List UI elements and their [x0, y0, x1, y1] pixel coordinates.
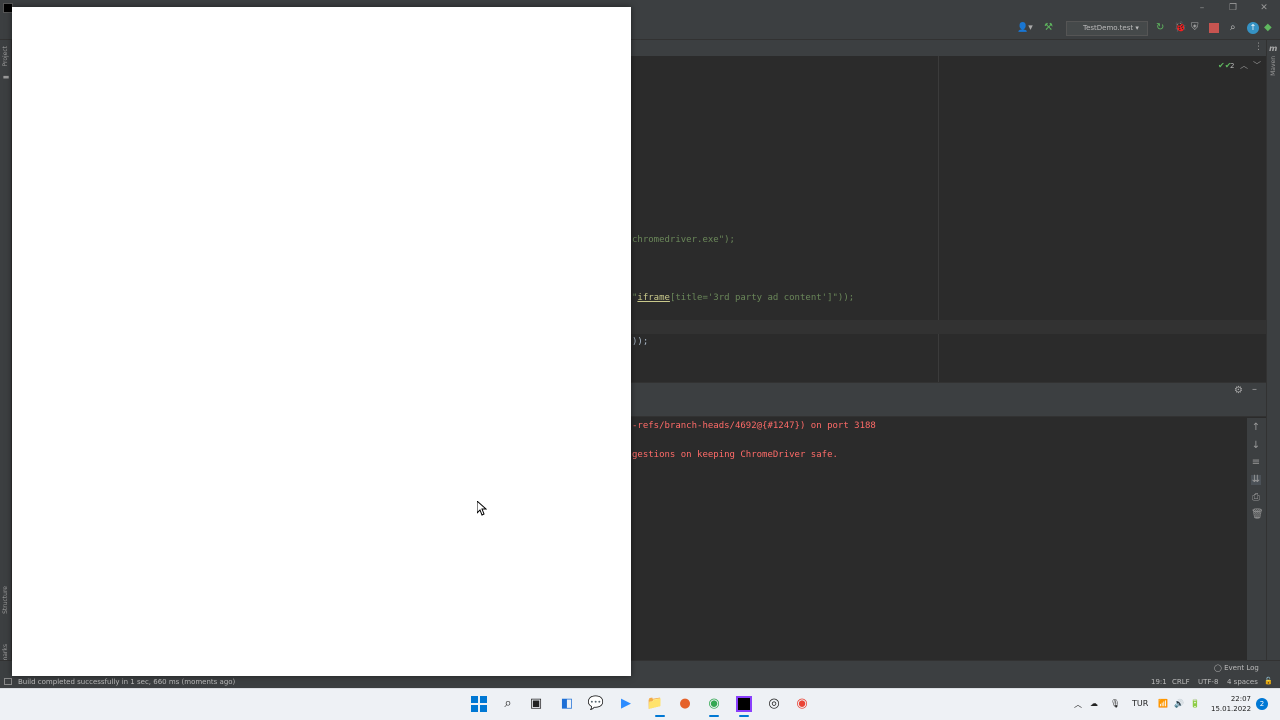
run-config-select[interactable]: TestDemo.test ▾ — [1066, 21, 1148, 36]
rerun-icon[interactable]: ↻ — [1156, 22, 1168, 34]
plugin-icon[interactable]: ◆ — [1264, 22, 1276, 34]
mouse-cursor-icon — [477, 501, 487, 516]
windows-start-icon[interactable] — [469, 694, 489, 714]
coverage-icon[interactable]: ⛨ — [1191, 22, 1203, 34]
restore-button[interactable]: ❐ — [1228, 3, 1238, 13]
battery-icon[interactable]: 🔋 — [1190, 699, 1200, 708]
code-line: "iframe[title='3rd party ad content']"))… — [632, 293, 854, 303]
run-config-label: TestDemo.test — [1083, 24, 1134, 32]
scroll-to-end-icon[interactable]: ⇊ — [1251, 475, 1261, 485]
chevron-up-icon[interactable]: ︿ — [1074, 699, 1082, 710]
console-toolbar: ↑ ↓ ≡ ⇊ ⎙ 🗑 — [1247, 418, 1266, 660]
notification-badge[interactable]: 2 — [1256, 698, 1268, 710]
console-line: -refs/branch-heads/4692@{#1247}) on port… — [632, 421, 876, 431]
right-tool-strip: m Maven — [1266, 40, 1280, 676]
code-line: )); — [632, 337, 649, 347]
intellij-icon[interactable] — [734, 694, 754, 714]
status-message[interactable]: Build completed successfully in 1 sec, 6… — [18, 678, 235, 686]
windows-taskbar — [0, 688, 1280, 720]
event-log-button[interactable]: ◯ Event Log — [1214, 664, 1259, 672]
file-encoding[interactable]: UTF-8 — [1198, 678, 1218, 686]
language-indicator[interactable]: TUR — [1132, 699, 1148, 708]
structure-tool-button[interactable]: Structure — [2, 586, 9, 614]
minimize-button[interactable]: – — [1197, 3, 1207, 13]
inspection-count: 2 — [1230, 62, 1235, 70]
hide-panel-icon[interactable]: – — [1252, 384, 1257, 395]
folder-icon: ▬ — [2, 73, 10, 81]
stop-icon[interactable] — [1209, 23, 1219, 33]
chevron-down-icon[interactable]: ﹀ — [1253, 60, 1261, 71]
status-toggle-icon[interactable] — [4, 678, 12, 685]
caret-position[interactable]: 19:1 — [1151, 678, 1167, 686]
more-tabs-icon[interactable]: ⋮ — [1254, 42, 1263, 52]
zoom-icon[interactable]: ▶ — [616, 694, 636, 714]
debug-icon[interactable]: 🐞 — [1174, 22, 1186, 34]
firefox-icon[interactable]: ● — [675, 694, 695, 714]
microphone-icon[interactable]: 🎙 — [1110, 699, 1120, 708]
arrow-up-icon[interactable]: ↑ — [1251, 423, 1261, 433]
indent-setting[interactable]: 4 spaces — [1227, 678, 1258, 686]
search-icon[interactable]: ⌕ — [498, 694, 518, 714]
blank-browser-window[interactable] — [12, 7, 631, 676]
wifi-icon[interactable]: 📶 — [1158, 699, 1168, 708]
event-log-label: Event Log — [1224, 664, 1259, 672]
code-tag: iframe — [637, 293, 670, 303]
search-everywhere-icon[interactable]: ⌕ — [1230, 22, 1242, 34]
clock-date: 15.01.2022 — [1211, 705, 1252, 713]
code-string: chromedriver.exe"); — [632, 235, 735, 245]
soft-wrap-icon[interactable]: ≡ — [1251, 458, 1261, 468]
trash-icon[interactable]: 🗑 — [1251, 510, 1264, 520]
running-indicator — [655, 715, 665, 717]
project-tool-button[interactable]: Project — [2, 46, 9, 67]
user-icon[interactable]: 👤▾ — [1017, 23, 1033, 35]
maven-icon: m — [1269, 44, 1278, 53]
code-string: [title='3rd party ad content']")); — [669, 293, 855, 303]
chrome-icon[interactable]: ◉ — [704, 694, 724, 714]
arrow-down-icon[interactable]: ↓ — [1251, 441, 1261, 451]
event-log-icon: ◯ — [1214, 664, 1222, 672]
line-separator[interactable]: CRLF — [1172, 678, 1190, 686]
clock[interactable]: 22:07 15.01.2022 — [1211, 694, 1251, 714]
volume-icon[interactable]: 🔊 — [1174, 699, 1184, 708]
chrome-icon[interactable]: ◉ — [792, 694, 812, 714]
task-view-icon[interactable]: ▣ — [526, 694, 546, 714]
gear-icon[interactable]: ⚙ — [1234, 385, 1243, 396]
file-explorer-icon[interactable]: 📁 — [645, 694, 665, 714]
build-hammer-icon[interactable]: ⚒ — [1044, 22, 1056, 34]
lock-icon[interactable]: 🔓 — [1264, 677, 1273, 685]
close-button[interactable]: ✕ — [1259, 3, 1269, 13]
status-bar: Build completed successfully in 1 sec, 6… — [0, 676, 1280, 688]
update-icon[interactable]: ↑ — [1247, 22, 1259, 34]
print-icon[interactable]: ⎙ — [1251, 493, 1261, 503]
running-indicator — [739, 715, 749, 717]
left-tool-strip: Project ▬ Structure Bookmarks — [0, 40, 12, 678]
running-indicator — [709, 715, 719, 717]
widgets-icon[interactable]: ◧ — [557, 694, 577, 714]
console-line: gestions on keeping ChromeDriver safe. — [632, 450, 838, 460]
onedrive-icon[interactable]: ☁ — [1090, 699, 1098, 708]
clock-time: 22:07 — [1230, 695, 1251, 703]
code-line: chromedriver.exe"); — [632, 235, 735, 245]
obs-icon[interactable]: ◎ — [764, 694, 784, 714]
maven-tool-button[interactable]: Maven — [1270, 56, 1277, 76]
teams-chat-icon[interactable]: 💬 — [586, 694, 606, 714]
chevron-up-icon[interactable]: ︿ — [1240, 60, 1248, 71]
